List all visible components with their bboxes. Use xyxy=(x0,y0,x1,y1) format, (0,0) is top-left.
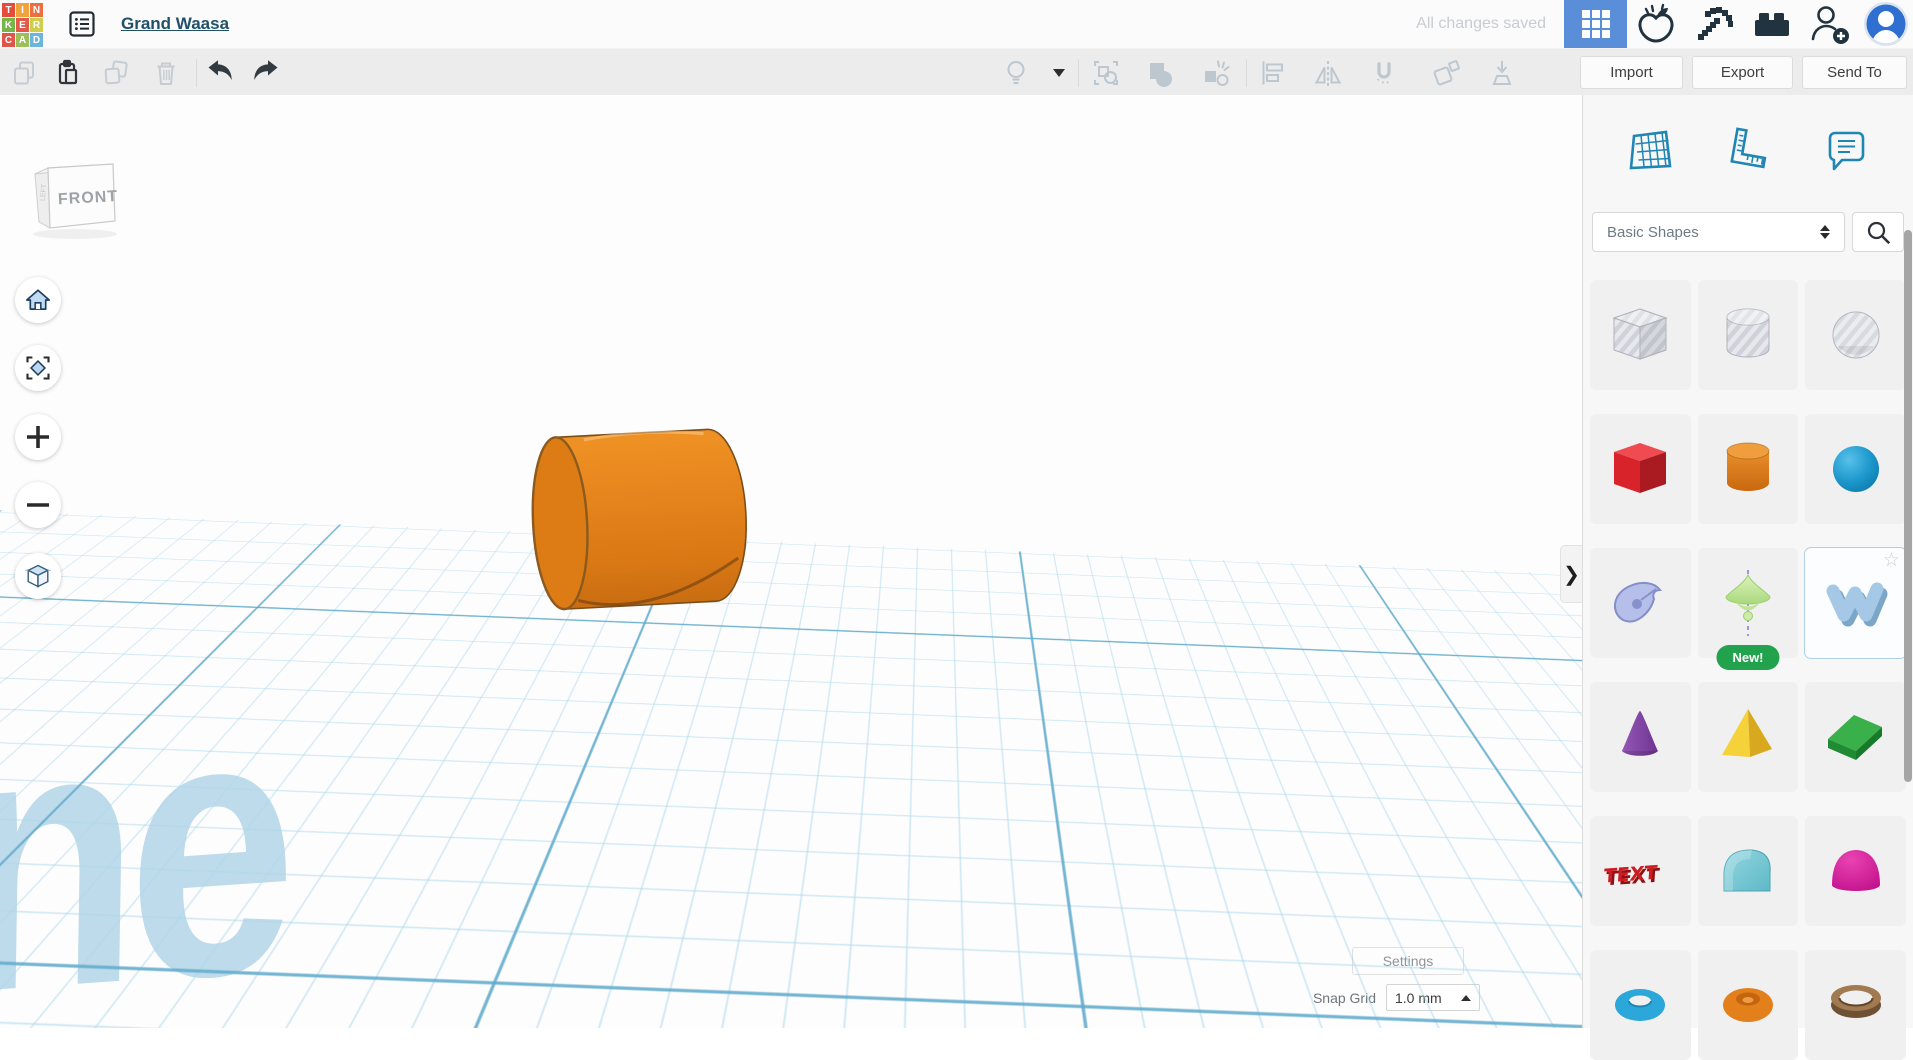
shape-tile-squiggle[interactable]: ☆ xyxy=(1805,548,1906,658)
app-header: TIN KER CAD Grand Waasa All changes saved xyxy=(0,0,1913,48)
snap-grid-select[interactable]: 1.0 mm xyxy=(1386,984,1480,1011)
shape-tile-sphere-hole[interactable] xyxy=(1805,280,1906,390)
zoom-in-button[interactable] xyxy=(15,414,61,460)
settings-button[interactable]: Settings xyxy=(1352,947,1464,975)
invite-person-icon[interactable] xyxy=(1801,0,1859,48)
logo-letter: K xyxy=(2,18,15,32)
magnet-icon[interactable] xyxy=(1366,55,1402,91)
shape-category-select[interactable]: Basic Shapes xyxy=(1592,212,1845,252)
shape-tile-spinning-top[interactable]: New! xyxy=(1697,548,1799,670)
save-status: All changes saved xyxy=(1416,15,1546,32)
shape-tile-roof[interactable] xyxy=(1805,682,1906,792)
shape-tile-text[interactable]: TEXT TEXT xyxy=(1590,816,1691,926)
shape-tile-torus-thick[interactable] xyxy=(1697,950,1799,1060)
workplane-tool-icon[interactable] xyxy=(1428,55,1464,91)
svg-text:TEXT: TEXT xyxy=(1603,861,1658,888)
view-cube-left-label: LEFT xyxy=(40,183,48,201)
bulb-dropdown-caret-icon[interactable] xyxy=(1046,55,1072,91)
snap-grid-value: 1.0 mm xyxy=(1395,989,1442,1006)
avatar[interactable] xyxy=(1859,0,1913,48)
3d-viewport[interactable]: ne FRONT LEFT ❯ Settings Snap Grid 1.0 m… xyxy=(0,95,1583,1028)
shape-tile-torus[interactable] xyxy=(1590,950,1691,1060)
logo-letter: T xyxy=(2,3,15,17)
design-title[interactable]: Grand Waasa xyxy=(121,14,229,34)
minecraft-pickaxe-icon[interactable] xyxy=(1685,0,1743,48)
lego-brick-icon[interactable] xyxy=(1743,0,1801,48)
perspective-toggle-button[interactable] xyxy=(15,553,61,599)
shape-tile-cylinder-hole[interactable] xyxy=(1697,280,1799,390)
logo-letter: C xyxy=(2,33,15,47)
search-shapes-button[interactable] xyxy=(1852,212,1904,252)
apps-grid-button[interactable] xyxy=(1564,0,1627,48)
ungroup-icon[interactable] xyxy=(1142,55,1178,91)
logo-letter: A xyxy=(16,33,29,47)
workplane-watermark: ne xyxy=(0,634,289,1028)
align-icon[interactable] xyxy=(1254,55,1290,91)
group-icon[interactable] xyxy=(1088,55,1124,91)
collapse-panel-chevron-icon[interactable]: ❯ xyxy=(1560,545,1582,603)
shape-tile-scribble[interactable] xyxy=(1590,548,1691,658)
ruler-tool-icon[interactable] xyxy=(1484,55,1520,91)
fit-view-button[interactable] xyxy=(15,345,61,391)
ruler-helper-icon[interactable] xyxy=(1721,123,1775,177)
shape-tile-pyramid[interactable] xyxy=(1697,682,1799,792)
search-icon xyxy=(1867,221,1891,245)
shape-tile-paraboloid[interactable] xyxy=(1805,816,1906,926)
notes-helper-icon[interactable] xyxy=(1819,123,1873,177)
shapes-panel: Basic Shapes New! ☆ TEXT TEXT xyxy=(1583,95,1913,1060)
shape-tile-cone[interactable] xyxy=(1590,682,1691,792)
delete-icon[interactable] xyxy=(148,55,184,91)
shape-tile-sphere[interactable] xyxy=(1805,414,1906,524)
workplane-helper-icon[interactable] xyxy=(1623,123,1677,177)
duplicate-icon[interactable] xyxy=(98,55,134,91)
send-to-button[interactable]: Send To xyxy=(1802,56,1907,89)
select-updown-caret-icon xyxy=(1820,225,1830,239)
logo-letter: I xyxy=(16,3,29,17)
main-toolbar: Import Export Send To xyxy=(0,48,1913,95)
shape-tile-cylinder[interactable] xyxy=(1697,414,1799,524)
shape-tile-box-hole[interactable] xyxy=(1590,280,1691,390)
export-button[interactable]: Export xyxy=(1692,56,1793,89)
logo-letter: N xyxy=(30,3,43,17)
paste-icon[interactable] xyxy=(50,55,86,91)
logo-letter: R xyxy=(30,18,43,32)
tinkercad-logo-icon[interactable]: TIN KER CAD xyxy=(2,3,43,47)
ungroup-all-icon[interactable] xyxy=(1198,55,1234,91)
shape-category-value: Basic Shapes xyxy=(1607,223,1699,241)
favorite-star-icon[interactable]: ☆ xyxy=(1883,549,1900,572)
snap-grid-label: Snap Grid xyxy=(1312,989,1376,1006)
view-cube-front-label: FRONT xyxy=(58,188,119,208)
panel-scrollbar[interactable] xyxy=(1904,230,1912,782)
zoom-out-button[interactable] xyxy=(15,482,61,528)
redo-icon[interactable] xyxy=(248,55,284,91)
show-all-bulb-icon[interactable] xyxy=(998,55,1034,91)
shape-tile-round-roof[interactable] xyxy=(1697,816,1799,926)
orange-cylinder-object[interactable] xyxy=(528,421,754,626)
designs-menu-icon[interactable] xyxy=(67,9,97,39)
new-badge: New! xyxy=(1716,645,1780,670)
home-view-button[interactable] xyxy=(15,277,61,323)
shape-gallery: New! ☆ TEXT TEXT xyxy=(1590,280,1906,1060)
logo-letter: D xyxy=(30,33,43,47)
import-button[interactable]: Import xyxy=(1580,56,1683,89)
logo-letter: E xyxy=(16,18,29,32)
sim-lab-icon[interactable] xyxy=(1627,0,1685,48)
shape-tile-tube[interactable] xyxy=(1805,950,1906,1060)
snap-grid-caret-icon xyxy=(1461,994,1471,1001)
undo-icon[interactable] xyxy=(202,55,238,91)
shape-tile-box[interactable] xyxy=(1590,414,1691,524)
mirror-icon[interactable] xyxy=(1310,55,1346,91)
copy-icon[interactable] xyxy=(6,55,42,91)
view-cube[interactable]: FRONT LEFT xyxy=(22,153,122,246)
